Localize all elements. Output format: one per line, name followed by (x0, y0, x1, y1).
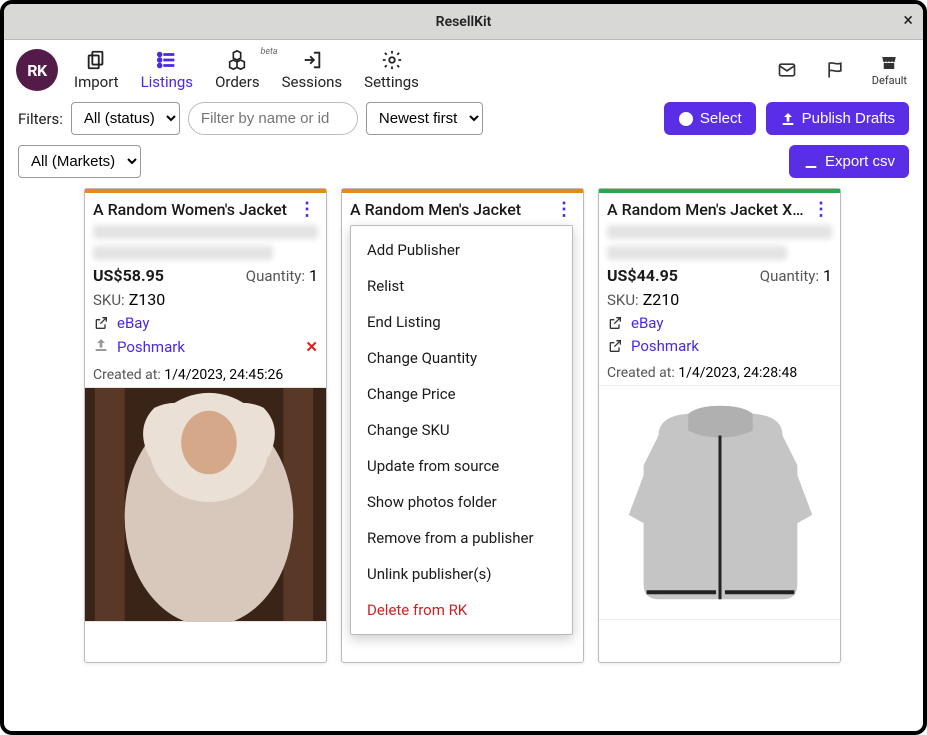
flag-icon (824, 60, 846, 80)
menu-remove-publisher[interactable]: Remove from a publisher (351, 520, 572, 556)
market-select[interactable]: All (Markets) (18, 145, 141, 178)
card-title: A Random Men's Jacket (350, 200, 553, 219)
main-toolbar: RK Import Listings beta Orders Sessions (4, 40, 923, 96)
card-menu-button[interactable]: ⋮ (553, 199, 575, 220)
store-default-label: Default (872, 74, 907, 87)
window-title: ResellKit (436, 14, 492, 30)
publish-drafts-button[interactable]: Publish Drafts (766, 102, 909, 135)
nav-settings[interactable]: Settings (364, 49, 419, 91)
quantity-label: Quantity: (246, 267, 305, 285)
menu-update-source[interactable]: Update from source (351, 448, 572, 484)
login-icon (301, 49, 323, 71)
quantity-value: 1 (823, 266, 832, 285)
sku-value: Z130 (129, 290, 166, 309)
menu-delete[interactable]: Delete from RK (351, 592, 572, 628)
menu-change-sku[interactable]: Change SKU (351, 412, 572, 448)
listing-cards: A Random Women's Jacket ⋮ US$58.95 Quant… (4, 188, 923, 683)
listing-card[interactable]: A Random Men's Jacket XXL ⋮ US$44.95 Qua… (598, 188, 841, 663)
listing-card[interactable]: A Random Women's Jacket ⋮ US$58.95 Quant… (84, 188, 327, 663)
nav-orders-label: Orders (215, 73, 260, 91)
created-at: 1/4/2023, 24:28:48 (678, 365, 797, 381)
nav-import[interactable]: Import (74, 49, 119, 91)
filters-row-2: All (Markets) Export csv (4, 141, 923, 188)
blurred-text (93, 246, 273, 260)
filters-row: Filters: All (status) Newest first Selec… (4, 96, 923, 141)
nav-sessions[interactable]: Sessions (282, 49, 343, 91)
gear-icon (381, 49, 403, 71)
card-price: US$58.95 (93, 266, 164, 285)
sort-select[interactable]: Newest first (366, 102, 483, 135)
store-default-button[interactable]: Default (868, 50, 911, 91)
quantity-value: 1 (309, 266, 318, 285)
flag-button[interactable] (820, 56, 850, 84)
list-icon (156, 49, 178, 71)
sku-label: SKU: (93, 291, 125, 309)
created-label: Created at: (607, 365, 675, 381)
nav-orders[interactable]: beta Orders (215, 49, 260, 91)
select-button[interactable]: Select (664, 102, 756, 135)
beta-badge: beta (260, 47, 277, 57)
upload-draft-icon (93, 337, 109, 357)
copy-icon (85, 49, 107, 71)
store-icon (878, 54, 900, 72)
sku-label: SKU: (607, 291, 639, 309)
check-circle-icon (678, 111, 694, 127)
created-label: Created at: (93, 367, 161, 383)
menu-show-photos[interactable]: Show photos folder (351, 484, 572, 520)
menu-unlink-publishers[interactable]: Unlink publisher(s) (351, 556, 572, 592)
blurred-text (607, 225, 832, 239)
market-link-poshmark[interactable]: Poshmark (631, 337, 699, 355)
nav-sessions-label: Sessions (282, 73, 343, 91)
market-link-ebay[interactable]: eBay (117, 314, 149, 332)
card-title: A Random Men's Jacket XXL (607, 200, 810, 219)
nav-listings[interactable]: Listings (141, 49, 193, 91)
remove-market-button[interactable]: ✕ (305, 338, 318, 356)
window-titlebar: ResellKit × (4, 4, 923, 40)
nav-listings-label: Listings (141, 73, 193, 91)
publish-drafts-label: Publish Drafts (802, 110, 895, 127)
search-input[interactable] (188, 102, 358, 135)
download-icon (803, 154, 819, 170)
menu-change-quantity[interactable]: Change Quantity (351, 340, 572, 376)
status-select[interactable]: All (status) (71, 102, 180, 135)
card-image (599, 385, 840, 620)
filters-label: Filters: (18, 110, 63, 128)
market-link-ebay[interactable]: eBay (631, 314, 663, 332)
card-menu-button[interactable]: ⋮ (296, 199, 318, 220)
jacket-image-placeholder (85, 387, 326, 622)
blurred-text (607, 246, 787, 260)
export-csv-button[interactable]: Export csv (789, 145, 909, 178)
external-link-icon (607, 315, 623, 331)
blurred-text (93, 225, 318, 239)
menu-end-listing[interactable]: End Listing (351, 304, 572, 340)
market-link-poshmark[interactable]: Poshmark (117, 338, 185, 356)
jacket-image-placeholder (599, 385, 840, 620)
listing-card[interactable]: A Random Men's Jacket ⋮ Add Publisher Re… (341, 188, 584, 663)
card-image (85, 387, 326, 622)
select-button-label: Select (700, 110, 742, 127)
window-close-button[interactable]: × (903, 10, 913, 31)
menu-add-publisher[interactable]: Add Publisher (351, 232, 572, 268)
card-price: US$44.95 (607, 266, 678, 285)
menu-relist[interactable]: Relist (351, 268, 572, 304)
menu-change-price[interactable]: Change Price (351, 376, 572, 412)
card-menu-button[interactable]: ⋮ (810, 199, 832, 220)
external-link-icon (607, 338, 623, 354)
envelope-icon (776, 60, 798, 80)
created-at: 1/4/2023, 24:45:26 (164, 367, 283, 383)
export-csv-label: Export csv (825, 153, 895, 170)
app-logo[interactable]: RK (16, 49, 58, 91)
mail-button[interactable] (772, 56, 802, 84)
nav-settings-label: Settings (364, 73, 419, 91)
card-title: A Random Women's Jacket (93, 200, 296, 219)
quantity-label: Quantity: (760, 267, 819, 285)
boxes-icon (226, 49, 248, 71)
nav-import-label: Import (74, 73, 119, 91)
external-link-icon (93, 315, 109, 331)
upload-icon (780, 111, 796, 127)
sku-value: Z210 (643, 290, 680, 309)
card-context-menu: Add Publisher Relist End Listing Change … (350, 225, 573, 635)
